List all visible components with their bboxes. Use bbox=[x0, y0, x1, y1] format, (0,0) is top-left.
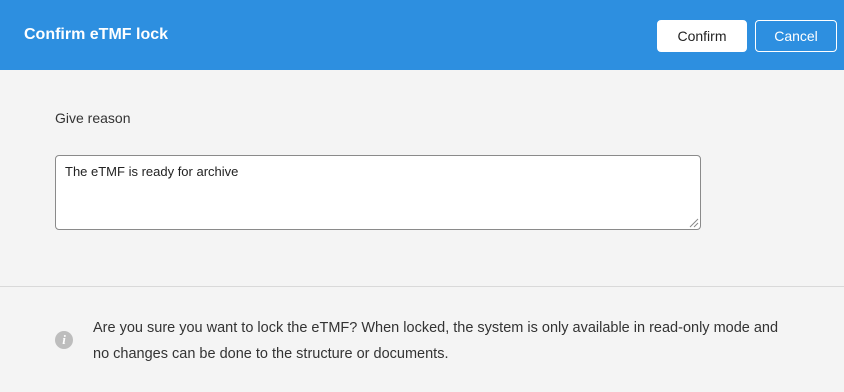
reason-label: Give reason bbox=[55, 110, 131, 126]
reason-textarea[interactable]: The eTMF is ready for archive bbox=[55, 155, 701, 230]
reason-section: Give reason The eTMF is ready for archiv… bbox=[0, 70, 844, 287]
cancel-button[interactable]: Cancel bbox=[755, 20, 837, 52]
lock-warning-text: Are you sure you want to lock the eTMF? … bbox=[93, 320, 779, 362]
dialog-header: Confirm eTMF lock Confirm Cancel bbox=[0, 0, 844, 70]
info-icon: i bbox=[55, 331, 73, 349]
notice-section: i Are you sure you want to lock the eTMF… bbox=[0, 287, 844, 392]
confirm-button[interactable]: Confirm bbox=[657, 20, 747, 52]
confirm-lock-dialog: Confirm eTMF lock Confirm Cancel Give re… bbox=[0, 0, 844, 392]
dialog-title: Confirm eTMF lock bbox=[24, 26, 169, 43]
